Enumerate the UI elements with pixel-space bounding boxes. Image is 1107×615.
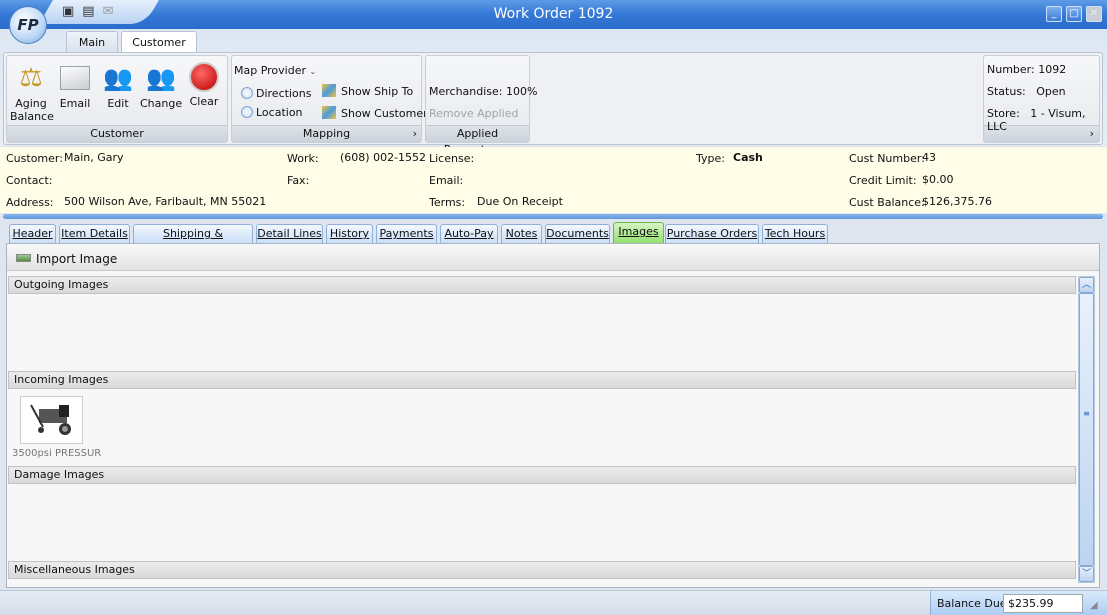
aging-balance-button[interactable]: ⚖ Aging Balance — [10, 62, 54, 123]
terms-value: Due On Receipt — [477, 195, 563, 208]
group-label: Customer — [7, 125, 227, 142]
tab-history[interactable]: History — [326, 224, 373, 244]
edit-button[interactable]: 👥 Edit — [100, 62, 136, 110]
map-icon — [322, 106, 336, 119]
terms-label: Terms: — [429, 196, 466, 209]
tab-auto-pay[interactable]: Auto-Pay — [440, 224, 498, 244]
contact-label: Contact: — [6, 174, 53, 187]
minimize-button[interactable]: _ — [1046, 6, 1062, 22]
tab-detail-lines[interactable]: Detail Lines — [256, 224, 323, 244]
people-change-icon: 👥 — [146, 64, 176, 92]
work-phone-value: (608) 002-1552 — [340, 151, 427, 164]
cust-balance-label: Cust Balance: — [849, 196, 925, 209]
type-value: Cash — [733, 151, 763, 164]
ribbon-tab-customer[interactable]: Customer — [121, 31, 197, 54]
tab-item-details[interactable]: Item Details — [59, 224, 130, 244]
ribbon-tab-main[interactable]: Main — [66, 31, 118, 53]
work-order-number: Number: 1092 — [987, 63, 1067, 76]
scroll-down-button[interactable]: ﹀ — [1079, 566, 1094, 582]
radio-icon — [241, 106, 253, 118]
button-label: Clear — [189, 95, 219, 108]
tab-header[interactable]: Header — [9, 224, 56, 244]
customer-value: Main, Gary — [64, 151, 124, 164]
splitter[interactable] — [3, 214, 1103, 219]
credit-limit-label: Credit Limit: — [849, 174, 917, 187]
credit-limit-value: $0.00 — [922, 173, 954, 186]
directions-radio[interactable]: Directions — [241, 87, 311, 100]
scroll-thumb[interactable]: ≡ — [1079, 293, 1094, 566]
group-label: Applied Percentages — [426, 125, 529, 156]
no-entry-icon — [189, 62, 219, 92]
button-label: Email — [59, 97, 91, 110]
tab-shipping-dispatching[interactable]: Shipping & Dispatching — [133, 224, 253, 258]
section-incoming-images: Incoming Images — [8, 371, 1076, 389]
cust-balance-value: $126,375.76 — [922, 195, 992, 208]
applied-percentages-group: Applied Percentages — [425, 55, 530, 156]
change-button[interactable]: 👥 Change — [140, 62, 182, 110]
button-label: Aging Balance — [10, 97, 54, 123]
show-customer-button[interactable]: Show Customer — [322, 106, 428, 120]
customer-label: Customer: — [6, 152, 63, 165]
dialog-launcher-icon[interactable]: › — [413, 126, 417, 142]
work-label: Work: — [287, 152, 319, 165]
scroll-up-button[interactable]: ︿ — [1079, 277, 1094, 293]
section-damage-images: Damage Images — [8, 466, 1076, 484]
type-label: Type: — [696, 152, 725, 165]
map-icon — [322, 84, 336, 97]
address-value: 500 Wilson Ave, Faribault, MN 55021 — [64, 195, 267, 208]
image-icon — [16, 254, 31, 262]
email-label: Email: — [429, 174, 464, 187]
pressure-washer-image — [30, 404, 71, 435]
image-thumbnail[interactable] — [20, 396, 83, 444]
resize-grip-icon[interactable]: ◢ — [1090, 600, 1098, 611]
cust-number-label: Cust Number: — [849, 152, 925, 165]
section-miscellaneous-images: Miscellaneous Images — [8, 561, 1076, 579]
email-button[interactable]: Email — [56, 62, 94, 110]
people-icon: 👥 — [103, 64, 133, 92]
image-caption: 3500psi PRESSUR — [12, 448, 102, 459]
cust-number-value: 43 — [922, 151, 936, 164]
location-radio[interactable]: Location — [241, 106, 303, 119]
remove-applied-button[interactable]: Remove Applied — [429, 107, 519, 120]
address-label: Address: — [6, 196, 54, 209]
button-label: Edit — [107, 97, 129, 110]
tab-images[interactable]: Images — [613, 222, 664, 244]
import-image-button[interactable]: Import Image — [16, 252, 117, 266]
group-label: Mapping › — [232, 125, 421, 142]
chevron-down-icon: ⌄ — [309, 67, 317, 76]
images-toolbar — [7, 246, 1099, 271]
app-logo-button[interactable]: FP — [9, 6, 47, 44]
vertical-scrollbar[interactable]: ︿ ≡ ﹀ — [1078, 276, 1095, 583]
scales-icon: ⚖ — [19, 63, 43, 93]
tab-purchase-orders[interactable]: Purchase Orders — [665, 224, 759, 244]
window-title: Work Order 1092 — [493, 6, 614, 22]
envelope-icon — [60, 66, 90, 90]
tab-notes[interactable]: Notes — [501, 224, 542, 244]
work-order-status: Status: Open — [987, 85, 1066, 98]
show-ship-to-button[interactable]: Show Ship To — [322, 84, 413, 98]
radio-icon — [241, 87, 253, 99]
map-provider-dropdown[interactable]: Map Provider ⌄ — [234, 64, 316, 77]
clear-button[interactable]: Clear — [186, 62, 222, 108]
tab-tech-hours[interactable]: Tech Hours — [762, 224, 828, 244]
images-panel — [6, 243, 1100, 588]
license-label: License: — [429, 152, 475, 165]
work-order-store: Store: 1 - Visum, LLC — [987, 107, 1086, 133]
fax-label: Fax: — [287, 174, 310, 187]
tab-documents[interactable]: Documents — [545, 224, 610, 244]
balance-due-label: Balance Due: — [937, 597, 1011, 610]
section-outgoing-images: Outgoing Images — [8, 276, 1076, 294]
close-button[interactable]: ✕ — [1086, 6, 1102, 22]
merchandise-percent: Merchandise: 100% — [429, 85, 538, 98]
button-label: Change — [140, 97, 183, 110]
balance-due-field: $235.99 — [1003, 594, 1083, 613]
tab-payments[interactable]: Payments — [376, 224, 437, 244]
maximize-button[interactable]: □ — [1066, 6, 1082, 22]
